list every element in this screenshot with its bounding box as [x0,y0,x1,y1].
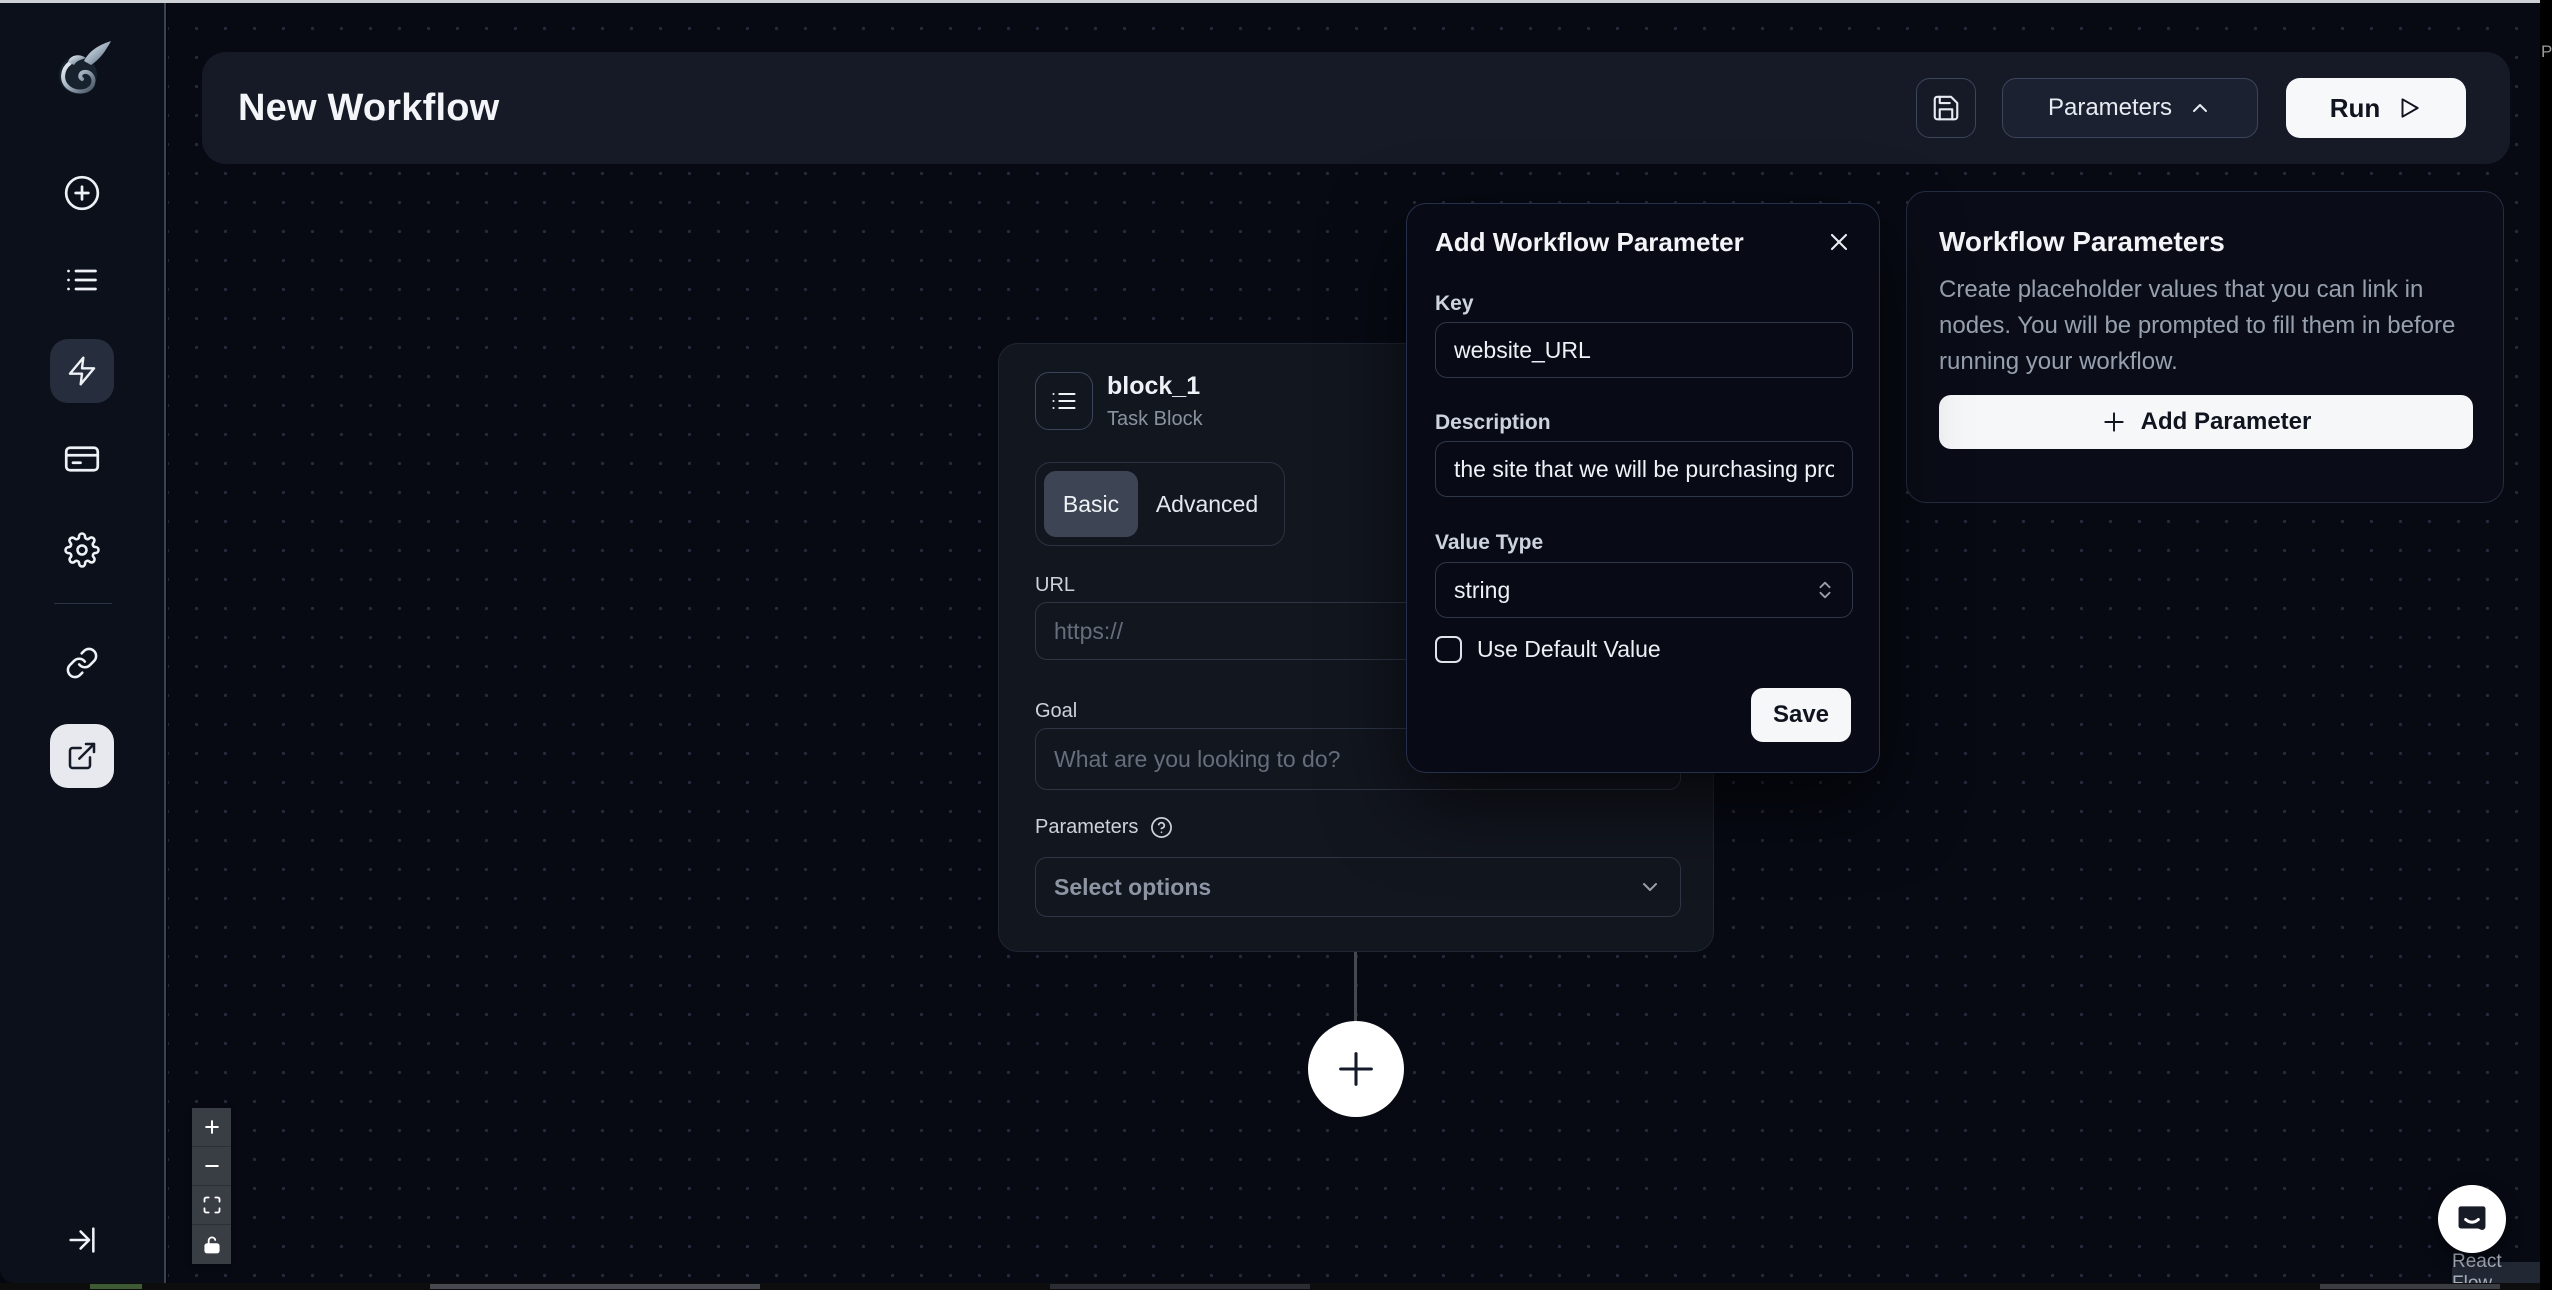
run-button-label: Run [2330,93,2381,124]
parameters-toggle-button[interactable]: Parameters [2002,78,2258,138]
chevrons-up-down-icon [1814,579,1836,601]
sidebar-item-runs[interactable] [50,248,114,312]
chevron-up-icon [2188,96,2212,120]
workflow-header: New Workflow Parameters Run [202,52,2510,164]
add-block-button[interactable] [1308,1021,1404,1117]
run-button[interactable]: Run [2286,78,2466,138]
key-field-label: Key [1435,292,1474,316]
plus-icon [1333,1046,1379,1092]
zoom-out-button[interactable] [192,1147,231,1186]
block-icon-box [1035,372,1093,430]
plus-icon [2101,409,2127,435]
sidebar-divider [54,603,112,604]
parameters-button-label: Parameters [2048,94,2172,122]
chevron-down-icon [1638,875,1662,899]
app-logo [50,37,114,101]
flow-controls [192,1108,231,1264]
plus-icon [202,1117,222,1137]
goal-field-label: Goal [1035,700,1077,723]
value-type-select[interactable]: string [1435,562,1853,618]
window-right-edge: PM [2540,0,2552,1290]
key-input[interactable] [1435,322,1853,378]
value-type-field-label: Value Type [1435,531,1543,555]
url-field-label: URL [1035,574,1075,597]
link-icon [65,646,99,680]
panel-title: Workflow Parameters [1939,226,2225,258]
block-parameters-row: Parameters [1035,816,1173,839]
lock-toggle-button[interactable] [192,1225,231,1264]
use-default-value-row: Use Default Value [1435,636,1661,663]
block-parameters-label: Parameters [1035,816,1138,839]
plus-circle-icon [63,174,101,212]
sidebar-item-settings[interactable] [50,518,114,582]
sidebar-item-create[interactable] [50,161,114,225]
workflow-parameters-panel: Workflow Parameters Create placeholder v… [1906,191,2504,503]
modal-title: Add Workflow Parameter [1435,227,1744,258]
play-icon [2396,95,2422,121]
close-icon [1825,228,1853,256]
fit-view-icon [202,1195,222,1215]
sidebar-item-explorer[interactable] [50,724,114,788]
sidebar-item-workflows[interactable] [50,339,114,403]
window-bottom-edge [0,1283,2552,1290]
zoom-in-button[interactable] [192,1108,231,1147]
close-modal-button[interactable] [1825,228,1853,256]
value-type-value: string [1454,577,1510,604]
add-parameter-label: Add Parameter [2141,408,2312,436]
edge-text-fragment: PM [2541,42,2552,62]
chat-widget-button[interactable] [2438,1185,2506,1253]
tab-basic[interactable]: Basic [1044,471,1138,537]
page-title: New Workflow [238,52,499,164]
save-workflow-button[interactable] [1916,78,1976,138]
collapse-icon [65,1223,99,1257]
flow-edge [1354,952,1357,1022]
select-placeholder: Select options [1054,874,1211,901]
description-input[interactable] [1435,441,1853,497]
react-flow-attribution[interactable]: React Flow [2452,1262,2541,1283]
block-parameters-select[interactable]: Select options [1035,857,1681,917]
add-parameter-button[interactable]: Add Parameter [1939,395,2473,449]
use-default-label: Use Default Value [1477,636,1661,663]
list-icon [1050,387,1078,415]
block-tabs: Basic Advanced [1035,462,1285,546]
zap-icon [66,355,98,387]
block-name: block_1 [1107,372,1200,401]
block-type-label: Task Block [1107,408,1203,431]
chat-bubble-icon [2453,1200,2491,1238]
sidebar [0,3,166,1283]
sidebar-collapse-toggle[interactable] [50,1208,114,1272]
panel-description: Create placeholder values that you can l… [1939,272,2475,380]
save-parameter-button[interactable]: Save [1751,688,1851,742]
minus-icon [202,1156,222,1176]
save-icon [1931,93,1961,123]
window-top-edge [0,0,2540,3]
list-icon [64,262,100,298]
sidebar-item-billing[interactable] [50,427,114,491]
tab-advanced[interactable]: Advanced [1138,471,1276,537]
workflow-builder-app: New Workflow Parameters Run [0,0,2552,1290]
dragon-logo [50,34,114,104]
description-field-label: Description [1435,411,1551,435]
fit-view-button[interactable] [192,1186,231,1225]
gear-icon [64,532,100,568]
help-circle-icon[interactable] [1150,816,1173,839]
add-workflow-parameter-modal: Add Workflow Parameter Key Description V… [1406,203,1880,773]
external-link-icon [66,740,98,772]
credit-card-icon [64,441,100,477]
unlock-icon [202,1235,222,1255]
sidebar-item-integrations[interactable] [50,631,114,695]
use-default-checkbox[interactable] [1435,636,1462,663]
